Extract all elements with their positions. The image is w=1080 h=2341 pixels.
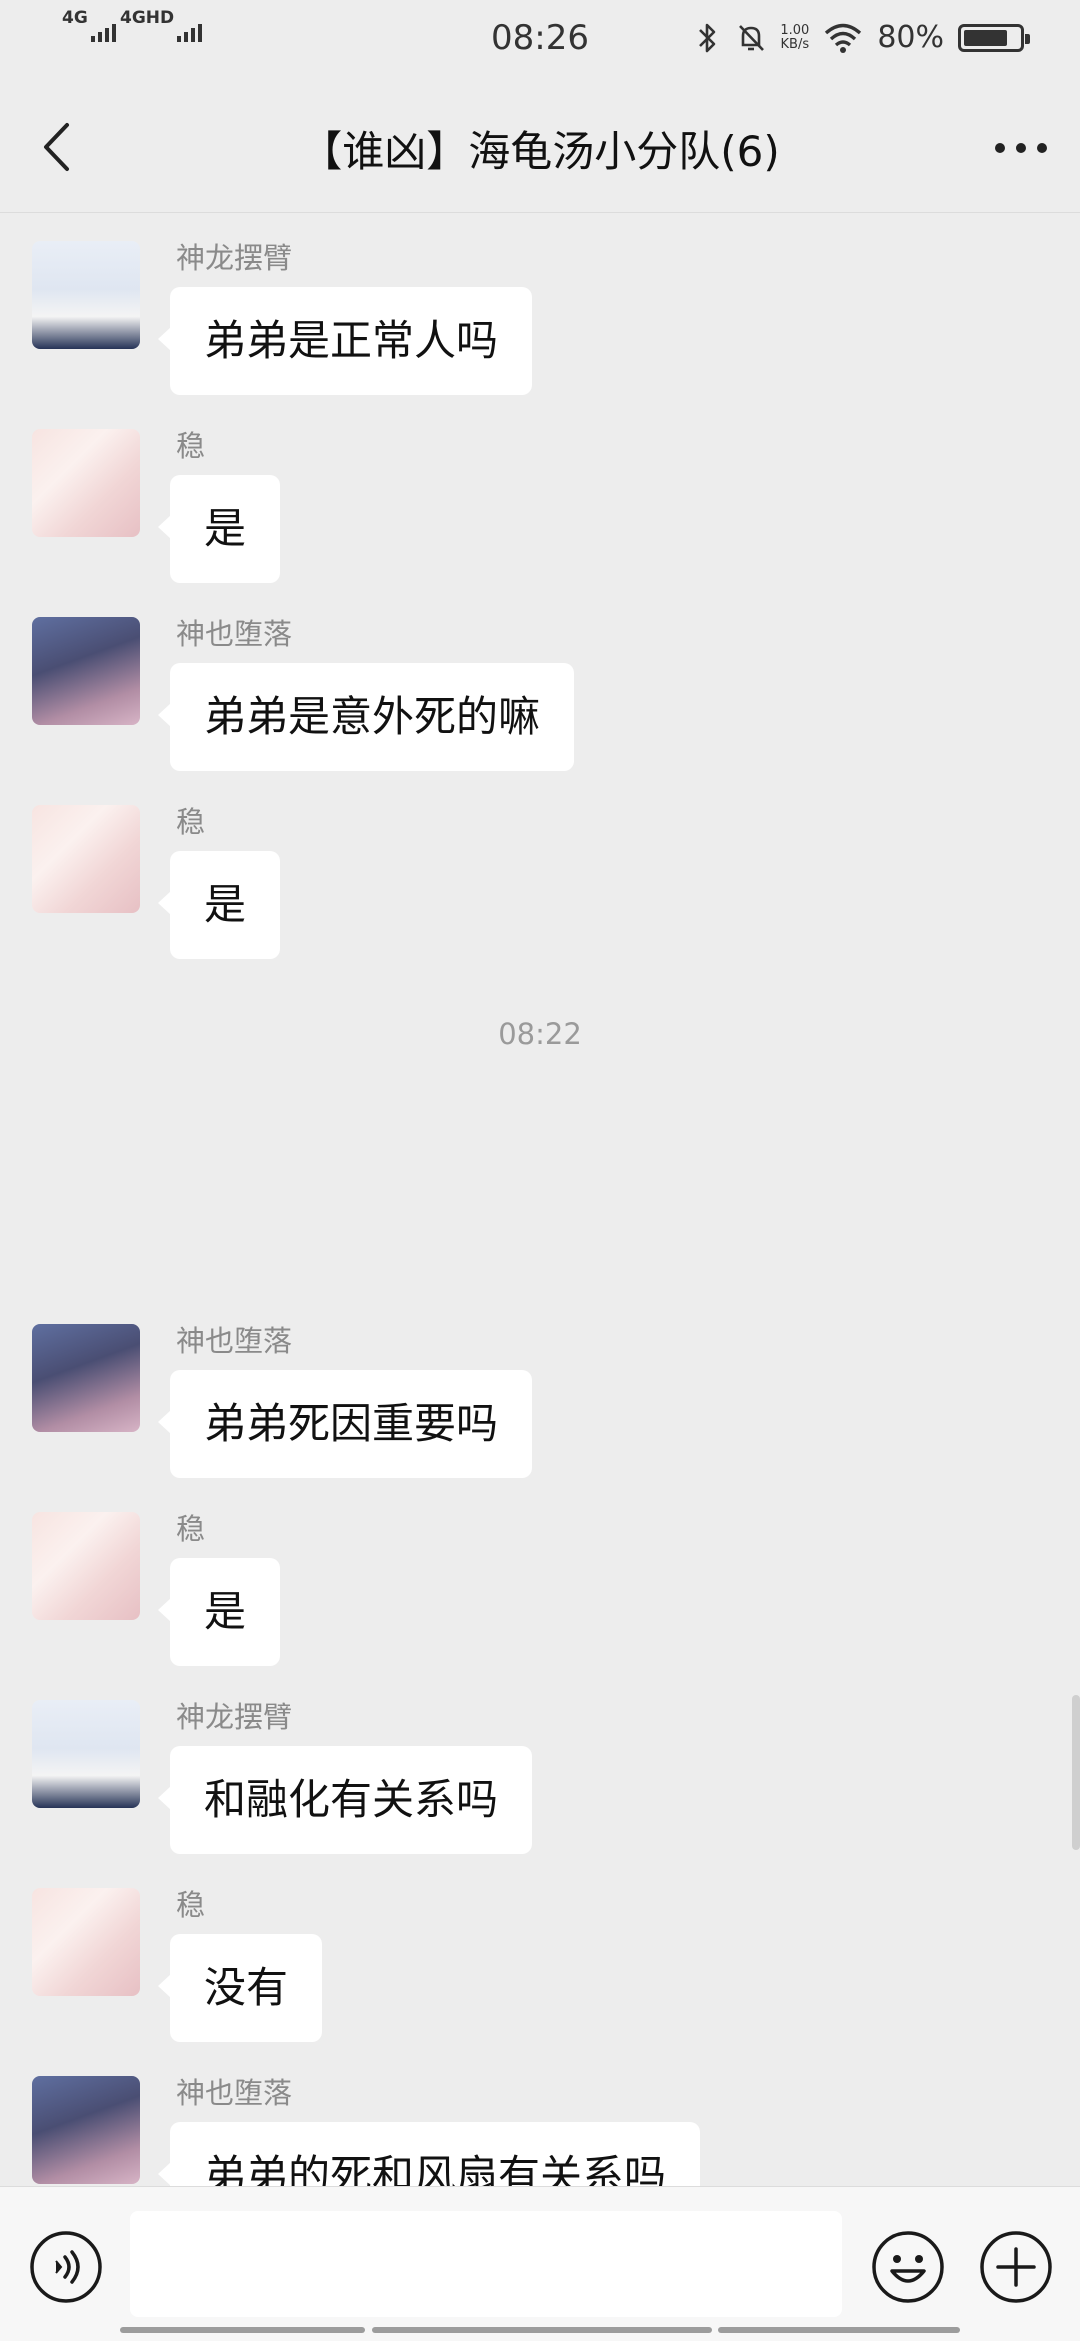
scrollbar[interactable] <box>1072 1695 1080 1850</box>
message-bubble[interactable]: 是 <box>157 475 281 583</box>
sender-name: 稳 <box>176 429 206 463</box>
avatar-anime-girl[interactable] <box>32 805 140 913</box>
battery-fill <box>964 29 1007 46</box>
bluetooth-icon <box>699 23 716 52</box>
message-bubble[interactable]: 弟弟是正常人吗 <box>157 287 533 395</box>
title-bar: 【谁凶】海龟汤小分队(6) <box>0 84 1080 213</box>
chat-title: 【谁凶】海龟汤小分队(6) <box>300 127 780 176</box>
sender-name: 神也堕落 <box>176 617 293 651</box>
avatar-anime-girl[interactable] <box>32 1512 140 1620</box>
status-right: 1.00 KB/s 80% <box>692 20 1030 55</box>
net-speed: 1.00 KB/s <box>780 22 810 52</box>
emoji-button[interactable] <box>870 2229 946 2309</box>
status-bar: 4G 4GHD 08:26 1.00 KB/s 80% <box>0 0 1080 84</box>
battery-percent: 80% <box>877 20 944 55</box>
gesture-bar-center <box>372 2327 712 2333</box>
battery-icon <box>958 23 1030 52</box>
more-button[interactable] <box>988 118 1054 178</box>
net-speed-value: 1.00 <box>780 22 810 38</box>
voice-icon <box>30 2231 102 2303</box>
plus-button[interactable] <box>978 2229 1054 2309</box>
avatar-dark-anime[interactable] <box>32 2076 140 2184</box>
sender-name: 稳 <box>176 1888 206 1922</box>
emoji-icon <box>872 2231 944 2303</box>
sender-name: 神龙摆臂 <box>176 241 293 275</box>
message-bubble[interactable]: 弟弟是意外死的嘛 <box>157 663 575 771</box>
avatar-man-photo[interactable] <box>32 1700 140 1808</box>
voice-button[interactable] <box>28 2229 104 2309</box>
gesture-bar-left <box>120 2327 365 2333</box>
more-dots-icon <box>995 143 1047 153</box>
wifi-icon <box>825 23 862 53</box>
avatar-dark-anime[interactable] <box>32 1324 140 1432</box>
message-bubble[interactable]: 和融化有关系吗 <box>157 1746 533 1854</box>
avatar-anime-girl[interactable] <box>32 429 140 537</box>
plus-icon <box>980 2231 1052 2303</box>
message-bubble[interactable]: 是 <box>157 1558 281 1666</box>
sender-name: 稳 <box>176 805 206 839</box>
net-speed-unit: KB/s <box>780 36 810 52</box>
sender-name: 神也堕落 <box>176 2076 293 2110</box>
input-bar <box>0 2186 1080 2341</box>
mute-bell-icon <box>739 24 765 51</box>
sender-name: 稳 <box>176 1512 206 1546</box>
time-separator: 08:22 <box>498 1017 582 1051</box>
message-bubble[interactable]: 弟弟死因重要吗 <box>157 1370 533 1478</box>
message-bubble[interactable]: 是 <box>157 851 281 959</box>
sender-name: 神也堕落 <box>176 1324 293 1358</box>
avatar-anime-girl[interactable] <box>32 1888 140 1996</box>
gesture-bar-right <box>718 2327 960 2333</box>
message-input[interactable] <box>130 2211 842 2317</box>
message-list[interactable]: 08:22 神龙摆臂 弟弟是正常人吗稳是神也堕落 弟弟是意外死的嘛稳是神也堕落 弟弟死… <box>0 213 1080 2186</box>
avatar-dark-anime[interactable] <box>32 617 140 725</box>
avatar-man-photo[interactable] <box>32 241 140 349</box>
message-bubble[interactable]: 没有 <box>157 1934 323 2042</box>
sender-name: 神龙摆臂 <box>176 1700 293 1734</box>
message-bubble[interactable]: 弟弟的死和风扇有关系吗 <box>157 2122 701 2186</box>
